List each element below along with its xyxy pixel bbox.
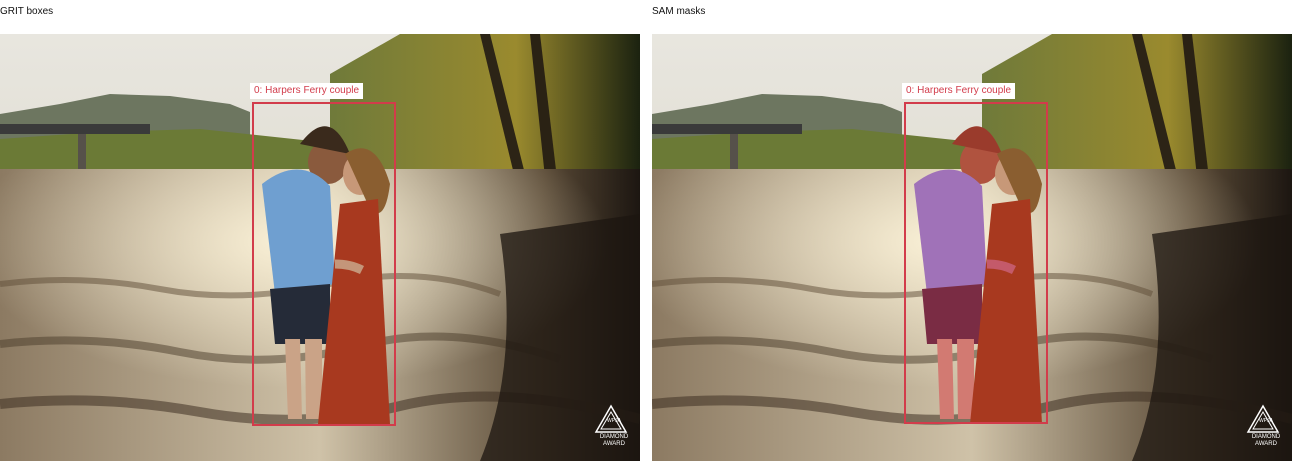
panel-title-grit: GRIT boxes <box>0 6 54 17</box>
panel-title-sam: SAM masks <box>652 6 706 17</box>
watermark-badge: WPJA <box>607 418 621 424</box>
photo-panel-sam: 0: Harpers Ferry couple WPJA DIAMOND AWA… <box>652 34 1292 461</box>
watermark: WPJA DIAMOND AWARD <box>594 404 634 448</box>
photo-panel-grit: 0: Harpers Ferry couple WPJA DIAMOND AWA… <box>0 34 640 461</box>
watermark: WPJA DIAMOND AWARD <box>1246 404 1286 448</box>
watermark-line2: AWARD <box>603 441 625 447</box>
bounding-box <box>904 102 1048 424</box>
bounding-box <box>252 102 396 426</box>
watermark-line2: AWARD <box>1255 441 1277 447</box>
watermark-line1: DIAMOND <box>599 434 629 440</box>
watermark-badge: WPJA <box>1259 418 1273 424</box>
bbox-label: 0: Harpers Ferry couple <box>902 83 1016 99</box>
bbox-label: 0: Harpers Ferry couple <box>250 83 364 99</box>
watermark-line1: DIAMOND <box>1251 434 1281 440</box>
